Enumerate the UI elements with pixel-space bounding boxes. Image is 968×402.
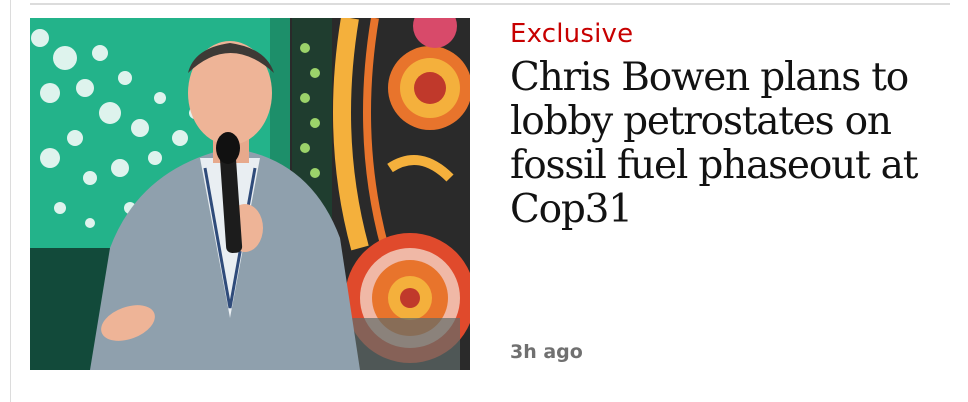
article-headline[interactable]: Chris Bowen plans to lobby petrostates o… xyxy=(510,56,940,232)
article-thumbnail[interactable] xyxy=(30,18,470,370)
article-timestamp: 3h ago xyxy=(510,341,583,363)
article-card[interactable]: Exclusive Chris Bowen plans to lobby pet… xyxy=(30,0,950,402)
card-top-rule xyxy=(30,3,950,5)
article-text: Exclusive Chris Bowen plans to lobby pet… xyxy=(510,18,940,232)
kicker-label: Exclusive xyxy=(510,19,634,49)
speaker-photo xyxy=(30,18,470,370)
column-divider xyxy=(10,0,11,402)
